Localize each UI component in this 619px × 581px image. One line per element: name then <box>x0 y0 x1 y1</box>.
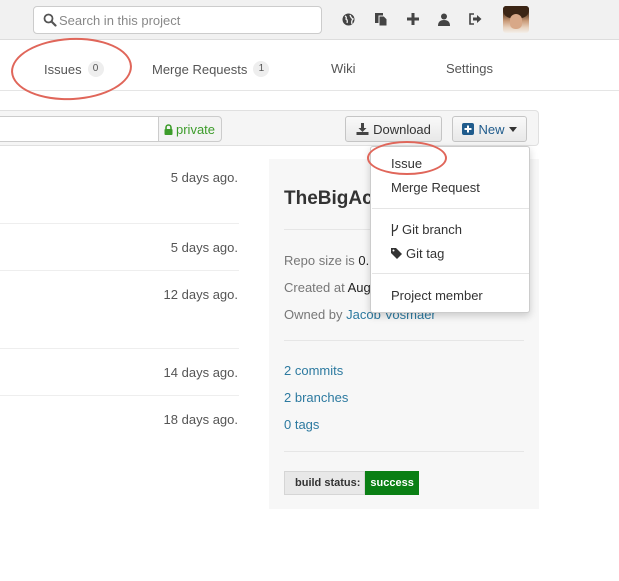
sign-out-icon[interactable] <box>468 12 482 26</box>
tab-merge-requests[interactable]: Merge Requests 1 <box>152 61 270 77</box>
tab-label: Merge Requests <box>152 61 248 77</box>
menu-item-label: Git tag <box>406 246 445 261</box>
merge-requests-count-badge: 1 <box>253 61 270 77</box>
menu-item-merge-request[interactable]: Merge Request <box>391 180 480 195</box>
tab-wiki[interactable]: Wiki <box>331 61 356 76</box>
build-status-value: success <box>365 471 419 495</box>
created-label: Created at <box>284 280 348 295</box>
menu-divider <box>372 208 529 209</box>
row-divider <box>0 348 239 349</box>
project-title: TheBigAc <box>284 188 373 209</box>
visibility-label: private <box>176 121 216 137</box>
repo-size-label: Repo size is <box>284 253 359 268</box>
menu-item-label: Project member <box>391 288 483 303</box>
visibility-badge: private <box>158 116 222 142</box>
annotation-circle-issue-item <box>367 141 447 175</box>
tab-settings[interactable]: Settings <box>446 61 493 76</box>
clone-url-input[interactable] <box>0 116 159 142</box>
event-time: 18 days ago. <box>163 412 238 427</box>
new-dropdown-button[interactable]: New <box>452 116 527 142</box>
menu-item-git-tag[interactable]: Git tag <box>391 246 444 261</box>
event-time: 12 days ago. <box>163 287 238 302</box>
tag-icon <box>391 248 402 259</box>
download-button[interactable]: Download <box>345 116 442 142</box>
owned-label: Owned by <box>284 307 347 322</box>
commits-link[interactable]: 2 commits <box>284 363 343 378</box>
created-at: Created at Aug <box>284 280 371 295</box>
tab-label: Settings <box>446 61 493 76</box>
row-divider <box>0 395 239 396</box>
menu-item-git-branch[interactable]: Git branch <box>391 222 462 237</box>
caret-down-icon <box>508 126 517 132</box>
search-box[interactable] <box>33 6 322 34</box>
copy-icon[interactable] <box>374 12 388 26</box>
menu-item-label: Git branch <box>402 222 462 237</box>
repo-size-value: 0. <box>358 253 370 268</box>
build-status-label: build status: <box>284 471 366 495</box>
lock-icon <box>164 123 173 135</box>
tab-label: Wiki <box>331 61 356 76</box>
repo-size: Repo size is 0. <box>284 253 369 268</box>
row-divider <box>0 223 239 224</box>
code-fork-icon <box>391 223 399 236</box>
event-time: 5 days ago. <box>170 240 238 255</box>
download-icon <box>356 123 369 135</box>
search-icon <box>43 13 57 27</box>
menu-divider <box>372 273 529 274</box>
project-toolbar: private Download New <box>0 110 539 146</box>
tags-link[interactable]: 0 tags <box>284 417 319 432</box>
row-divider <box>0 270 239 271</box>
user-avatar[interactable] <box>503 6 529 33</box>
search-input[interactable] <box>59 9 314 31</box>
event-time: 14 days ago. <box>163 365 238 380</box>
top-bar <box>0 0 619 40</box>
panel-divider <box>284 451 524 452</box>
menu-item-label: Merge Request <box>391 180 480 195</box>
created-value: Aug <box>347 280 371 295</box>
panel-divider <box>284 340 524 341</box>
plus-square-icon <box>462 123 475 135</box>
branches-link[interactable]: 2 branches <box>284 390 348 405</box>
globe-icon[interactable] <box>341 12 355 26</box>
user-icon[interactable] <box>437 12 451 26</box>
menu-item-project-member[interactable]: Project member <box>391 288 483 303</box>
event-time: 5 days ago. <box>170 170 238 185</box>
download-label: Download <box>373 121 431 137</box>
new-label: New <box>478 121 505 137</box>
plus-icon[interactable] <box>406 12 420 26</box>
build-status-badge[interactable]: build status: success <box>284 471 419 495</box>
